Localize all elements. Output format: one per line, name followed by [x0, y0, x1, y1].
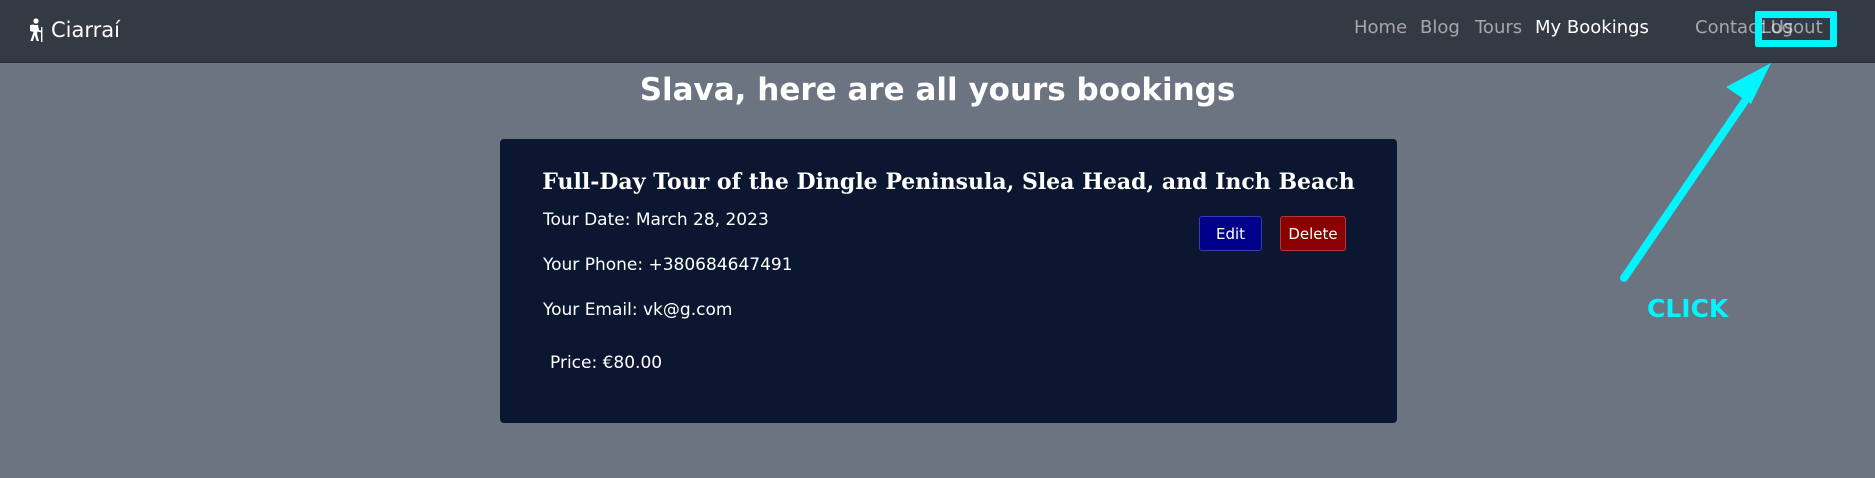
email-text: Your Email: vk@g.com: [543, 300, 733, 320]
navbar: Ciarraí Home Blog Tours My Bookings Cont…: [0, 0, 1875, 63]
edit-button[interactable]: Edit: [1199, 216, 1262, 251]
click-annotation: CLICK: [1647, 294, 1729, 323]
brand-name: Ciarraí: [51, 18, 120, 42]
delete-button[interactable]: Delete: [1280, 216, 1346, 251]
nav-tours[interactable]: Tours: [1475, 17, 1522, 38]
phone-text: Your Phone: +380684647491: [543, 255, 793, 275]
nav-home[interactable]: Home: [1354, 17, 1407, 38]
tour-title: Full-Day Tour of the Dingle Peninsula, S…: [542, 169, 1355, 195]
page-title: Slava, here are all yours bookings: [639, 72, 1236, 108]
nav-blog[interactable]: Blog: [1420, 17, 1460, 38]
brand-link[interactable]: Ciarraí: [25, 14, 120, 46]
tour-date: Tour Date: March 28, 2023: [543, 210, 769, 230]
logout-highlight-box: [1755, 11, 1837, 47]
price-text: Price: €80.00: [550, 353, 663, 373]
hiker-icon: [30, 18, 43, 42]
booking-card: Full-Day Tour of the Dingle Peninsula, S…: [500, 139, 1397, 423]
price-box: Price: €80.00: [538, 335, 1358, 393]
nav-my-bookings[interactable]: My Bookings: [1535, 17, 1649, 38]
